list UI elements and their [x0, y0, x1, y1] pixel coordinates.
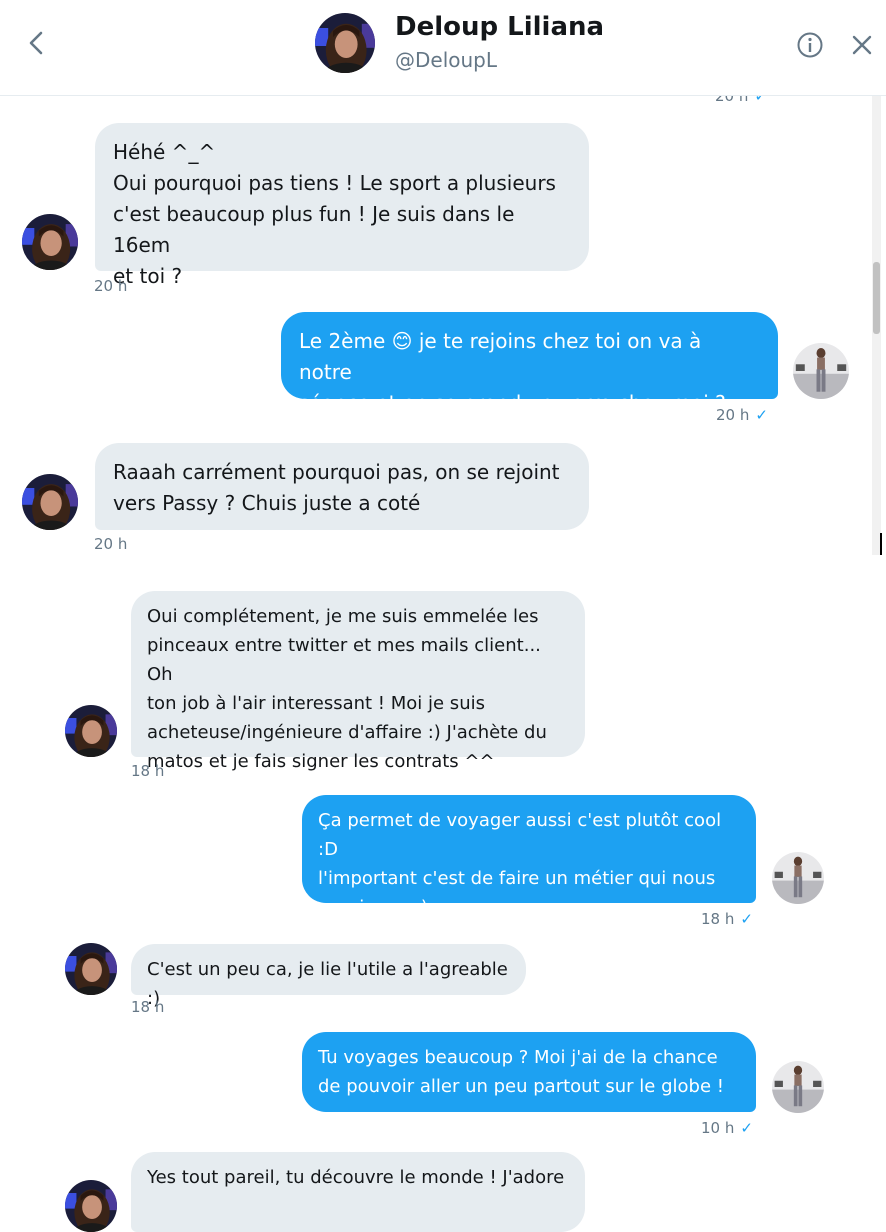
user-avatar[interactable]	[772, 852, 824, 904]
contact-handle[interactable]: @DeloupL	[395, 48, 497, 72]
outgoing-message[interactable]: Ça permet de voyager aussi c'est plutôt …	[302, 795, 756, 918]
info-button[interactable]	[796, 31, 824, 59]
close-button[interactable]	[848, 31, 876, 59]
contact-name[interactable]: Deloup Liliana	[395, 12, 604, 42]
message-timestamp: 18 h	[131, 998, 165, 1016]
chevron-left-icon	[29, 31, 43, 55]
text-cursor	[880, 533, 882, 555]
outgoing-message[interactable]: Tu voyages beaucoup ? Moi j'ai de la cha…	[302, 1032, 756, 1112]
message-timestamp: 18 h	[131, 762, 165, 780]
info-circle-icon	[797, 32, 823, 58]
message-timestamp: 10 h ✓	[701, 1119, 753, 1137]
seen-check-icon: ✓	[740, 910, 753, 928]
conversation-header: Deloup Liliana @DeloupL	[0, 0, 886, 96]
message-timestamp: 20 h ✓	[716, 406, 768, 424]
contact-avatar[interactable]	[65, 705, 117, 757]
close-icon	[852, 35, 872, 55]
outgoing-message[interactable]: Le 2ème 😊 je te rejoins chez toi on va à…	[281, 312, 778, 415]
user-avatar[interactable]	[793, 343, 849, 399]
incoming-message[interactable]: Yes tout pareil, tu découvre le monde ! …	[131, 1152, 585, 1232]
incoming-message[interactable]: Oui complétement, je me suis emmelée les…	[131, 591, 585, 772]
message-timestamp: 18 h ✓	[701, 910, 753, 928]
smiling-face-emoji-icon: 😊	[391, 329, 413, 353]
incoming-message[interactable]: C'est un peu ca, je lie l'utile a l'agre…	[131, 944, 526, 1009]
header-avatar[interactable]	[315, 13, 375, 73]
seen-check-icon: ✓	[755, 406, 768, 424]
message-timestamp: 20 h	[94, 535, 128, 553]
contact-avatar[interactable]	[22, 474, 78, 530]
back-button[interactable]	[22, 28, 52, 58]
scrollbar-thumb[interactable]	[873, 262, 880, 334]
contact-avatar[interactable]	[65, 943, 117, 995]
incoming-message[interactable]: Raaah carrément pourquoi pas, on se rejo…	[95, 443, 589, 530]
message-timestamp: 20 h	[94, 277, 128, 295]
contact-avatar[interactable]	[22, 214, 78, 270]
contact-avatar[interactable]	[65, 1180, 117, 1232]
user-avatar[interactable]	[772, 1061, 824, 1113]
incoming-message[interactable]: Héhé ^_^ Oui pourquoi pas tiens ! Le spo…	[95, 123, 589, 288]
seen-check-icon: ✓	[740, 1119, 753, 1137]
